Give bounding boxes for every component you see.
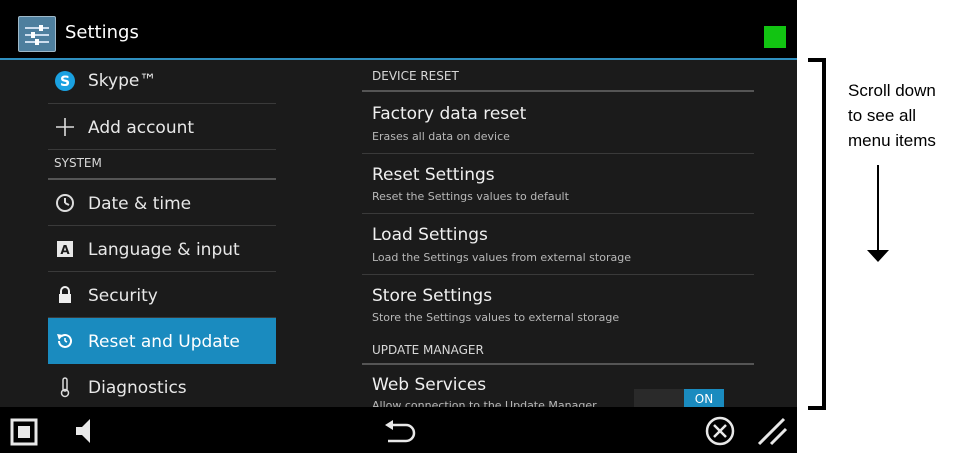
factory-data-reset-item[interactable]: Factory data reset Erases all data on de… [362, 92, 754, 154]
item-subtitle: Reset the Settings values to default [372, 190, 569, 203]
reset-settings-item[interactable]: Reset Settings Reset the Settings values… [362, 154, 754, 214]
plus-icon [54, 116, 76, 138]
svg-text:A: A [60, 243, 70, 257]
menu-item-language-input[interactable]: A Language & input [48, 226, 276, 272]
stop-square-icon[interactable] [10, 418, 38, 450]
menu-item-label: Date & time [88, 194, 192, 214]
item-subtitle: Load the Settings values from external s… [372, 251, 631, 264]
store-settings-item[interactable]: Store Settings Store the Settings values… [362, 275, 754, 334]
menu-item-security[interactable]: Security [48, 272, 276, 318]
menu-item-label: Reset and Update [88, 332, 240, 352]
lock-icon [54, 284, 76, 306]
section-header-label: SYSTEM [54, 156, 102, 170]
restore-icon [54, 330, 76, 352]
menu-item-add-account[interactable]: Add account [48, 104, 276, 150]
close-circle-icon[interactable] [704, 415, 736, 451]
skype-icon: S [54, 70, 76, 92]
navigation-bar [0, 407, 797, 453]
menu-item-label: Add account [88, 118, 195, 138]
item-subtitle: Erases all data on device [372, 130, 510, 143]
menu-item-label: Language & input [88, 240, 240, 260]
arrow-down-icon [867, 250, 889, 262]
item-title: Reset Settings [372, 165, 495, 185]
menu-item-label: Diagnostics [88, 378, 187, 398]
page-title: Settings [65, 22, 139, 43]
scroll-annotation-bracket [808, 58, 826, 410]
web-services-toggle[interactable]: ON [634, 389, 724, 407]
menu-item-skype[interactable]: S Skype™ [48, 60, 276, 104]
settings-menu: S Skype™ Add account SYSTEM Date & time [48, 60, 276, 407]
keyboard-a-icon: A [54, 238, 76, 260]
clock-icon [54, 192, 76, 214]
annotation-line: to see all [848, 106, 917, 125]
section-header-device-reset: DEVICE RESET [362, 60, 754, 92]
status-indicator [764, 26, 786, 48]
web-services-item[interactable]: Web Services Allow connection to the Upd… [362, 365, 754, 407]
svg-text:S: S [60, 74, 70, 90]
settings-detail-panel: DEVICE RESET Factory data reset Erases a… [362, 60, 754, 407]
menu-item-label: Skype™ [88, 71, 157, 91]
settings-content: S Skype™ Add account SYSTEM Date & time [0, 60, 797, 407]
title-bar: Settings [0, 0, 797, 60]
menu-item-label: Security [88, 286, 158, 306]
section-header-label: DEVICE RESET [372, 69, 459, 83]
settings-app-icon[interactable] [18, 16, 56, 52]
item-title: Factory data reset [372, 104, 527, 124]
annotation-line: menu items [848, 131, 936, 150]
section-header-system: SYSTEM [48, 150, 276, 180]
item-title: Store Settings [372, 286, 493, 306]
section-header-update-manager: UPDATE MANAGER [362, 334, 754, 365]
thermometer-icon [54, 376, 76, 398]
scroll-annotation-text: Scroll down to see all menu items [848, 78, 936, 153]
toggle-on-label: ON [684, 389, 724, 407]
item-title: Web Services [372, 375, 487, 395]
speaker-icon[interactable] [72, 416, 94, 450]
item-title: Load Settings [372, 225, 488, 245]
menu-item-diagnostics[interactable]: Diagnostics [48, 364, 276, 407]
item-subtitle: Allow connection to the Update Manager [372, 399, 597, 407]
back-icon[interactable] [382, 419, 418, 449]
item-subtitle: Store the Settings values to external st… [372, 311, 620, 324]
section-header-label: UPDATE MANAGER [372, 343, 484, 357]
menu-item-reset-update[interactable]: Reset and Update [48, 318, 276, 364]
load-settings-item[interactable]: Load Settings Load the Settings values f… [362, 214, 754, 275]
scroll-arrow-shaft [877, 165, 879, 251]
annotation-line: Scroll down [848, 81, 936, 100]
menu-item-date-time[interactable]: Date & time [48, 180, 276, 226]
device-screen: Settings S Skype™ Add account SYSTEM Dat… [0, 0, 797, 453]
resize-handle-icon[interactable] [756, 416, 788, 450]
